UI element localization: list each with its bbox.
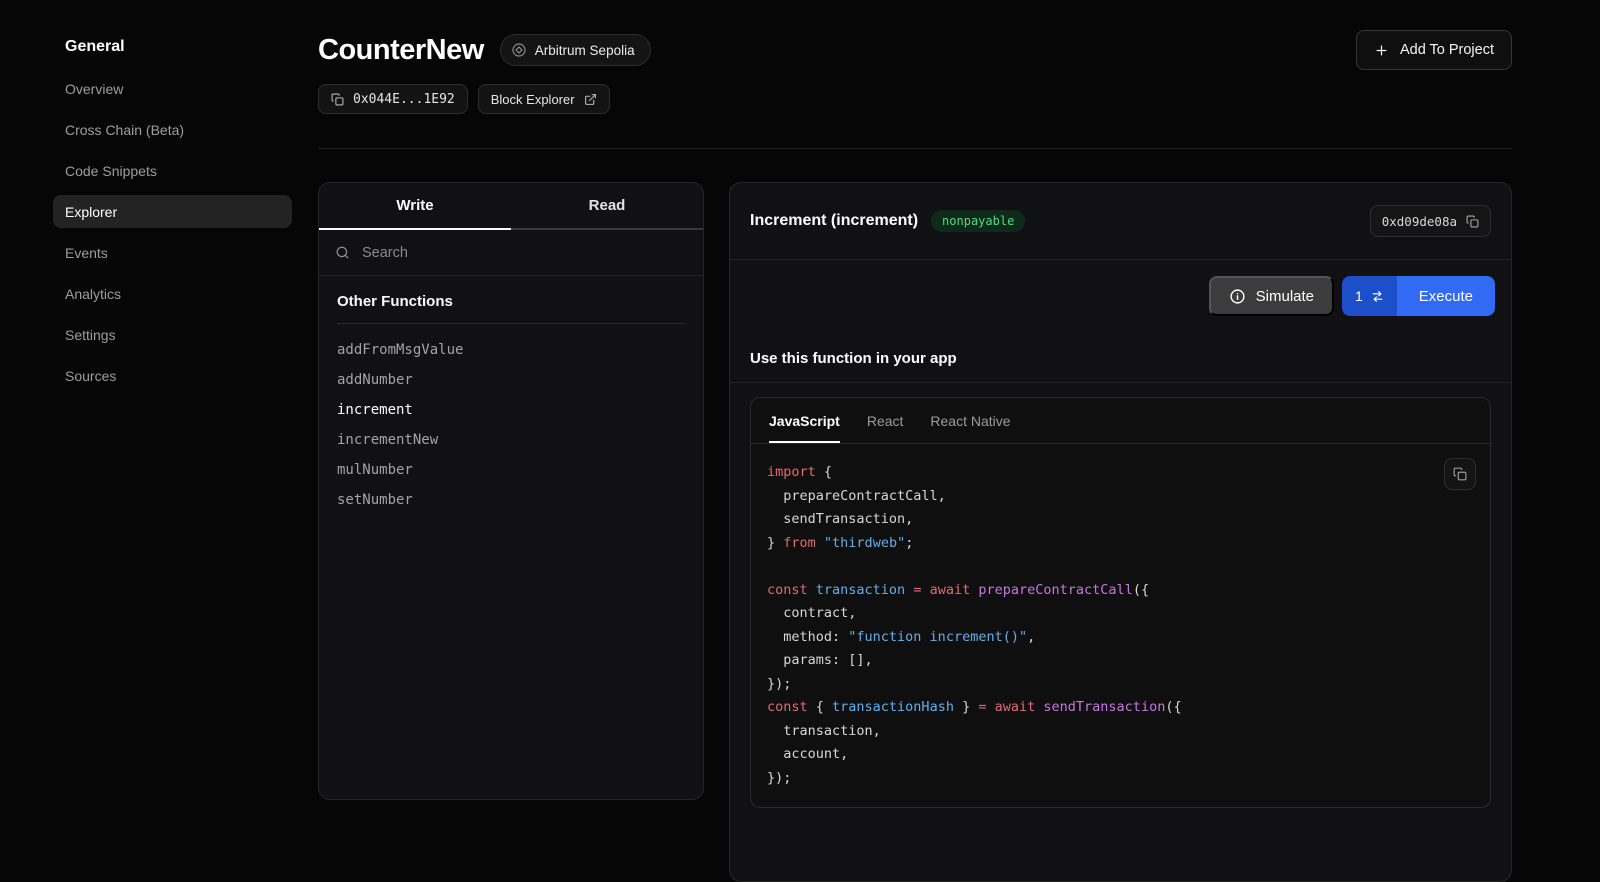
code-card: JavaScript React React Native import { <box>750 397 1491 808</box>
tab-javascript[interactable]: JavaScript <box>769 398 840 443</box>
usage-heading: Use this function in your app <box>730 332 1511 367</box>
simulate-button[interactable]: Simulate <box>1209 276 1334 316</box>
read-write-tabs: Write Read <box>319 183 703 230</box>
search-icon <box>335 245 350 260</box>
search-input[interactable] <box>360 244 687 262</box>
copy-code-button[interactable] <box>1444 458 1476 490</box>
tab-write[interactable]: Write <box>319 183 511 230</box>
add-to-project-label: Add To Project <box>1400 42 1494 58</box>
contract-address-label: 0x044E...1E92 <box>353 92 455 107</box>
copy-icon <box>1466 215 1479 228</box>
simulate-label: Simulate <box>1256 288 1314 305</box>
sidebar-item-code-snippets[interactable]: Code Snippets <box>53 154 292 187</box>
function-item-addFromMsgValue[interactable]: addFromMsgValue <box>337 335 685 365</box>
explorer-content: Write Read Other Functions addFromMsgVal… <box>318 182 1512 882</box>
usage-divider <box>730 382 1511 383</box>
function-item-setNumber[interactable]: setNumber <box>337 485 685 515</box>
main-content: CounterNew Arbitrum Sepolia Add To Proje… <box>316 0 1600 819</box>
block-explorer-button[interactable]: Block Explorer <box>478 84 610 114</box>
code-area: import { prepareContractCall, sendTransa… <box>751 444 1490 807</box>
plus-icon <box>1374 43 1389 58</box>
tab-react[interactable]: React <box>867 398 904 443</box>
sidebar-item-overview[interactable]: Overview <box>53 72 292 105</box>
functions-panel: Write Read Other Functions addFromMsgVal… <box>318 182 704 800</box>
copy-icon <box>331 93 344 106</box>
sidebar: General Overview Cross Chain (Beta) Code… <box>0 0 316 819</box>
sidebar-item-analytics[interactable]: Analytics <box>53 277 292 310</box>
function-title: Increment (increment) <box>750 212 918 230</box>
execute-count-button[interactable]: 1 <box>1342 276 1397 316</box>
network-badge-label: Arbitrum Sepolia <box>535 43 635 58</box>
sidebar-item-cross-chain[interactable]: Cross Chain (Beta) <box>53 113 292 146</box>
network-icon <box>511 42 527 58</box>
function-item-increment[interactable]: increment <box>337 395 685 425</box>
contract-meta-row: 0x044E...1E92 Block Explorer <box>318 84 1512 114</box>
sidebar-item-events[interactable]: Events <box>53 236 292 269</box>
function-item-incrementNew[interactable]: incrementNew <box>337 425 685 455</box>
page-title: CounterNew <box>318 34 484 67</box>
tab-react-native[interactable]: React Native <box>930 398 1010 443</box>
function-selector-label: 0xd09de08a <box>1382 214 1457 229</box>
function-selector-button[interactable]: 0xd09de08a <box>1370 205 1491 237</box>
add-to-project-button[interactable]: Add To Project <box>1356 30 1512 70</box>
execute-button[interactable]: Execute <box>1397 276 1495 316</box>
swap-icon <box>1371 290 1384 303</box>
external-link-icon <box>584 93 597 106</box>
function-detail-header: Increment (increment) nonpayable 0xd09de… <box>730 183 1511 259</box>
mutability-badge: nonpayable <box>931 210 1025 232</box>
other-functions-title: Other Functions <box>337 293 685 324</box>
function-item-mulNumber[interactable]: mulNumber <box>337 455 685 485</box>
info-icon <box>1229 288 1246 305</box>
code-block: import { prepareContractCall, sendTransa… <box>767 461 1474 790</box>
header-divider <box>318 148 1512 149</box>
action-toolbar: Simulate 1 Execute <box>730 260 1511 332</box>
sidebar-item-explorer[interactable]: Explorer <box>53 195 292 228</box>
page-header: CounterNew Arbitrum Sepolia Add To Proje… <box>318 30 1512 70</box>
sidebar-item-sources[interactable]: Sources <box>53 359 292 392</box>
execute-split-button: 1 Execute <box>1342 276 1495 316</box>
execute-count: 1 <box>1355 288 1363 304</box>
code-language-tabs: JavaScript React React Native <box>751 398 1490 444</box>
function-search-row <box>319 230 703 276</box>
block-explorer-label: Block Explorer <box>491 92 575 107</box>
function-item-addNumber[interactable]: addNumber <box>337 365 685 395</box>
network-badge[interactable]: Arbitrum Sepolia <box>500 34 651 66</box>
sidebar-item-settings[interactable]: Settings <box>53 318 292 351</box>
tab-read[interactable]: Read <box>511 183 703 230</box>
other-functions-section: Other Functions addFromMsgValue addNumbe… <box>319 276 703 532</box>
sidebar-heading: General <box>53 30 292 64</box>
contract-address-button[interactable]: 0x044E...1E92 <box>318 84 468 114</box>
copy-icon <box>1453 467 1467 481</box>
execute-label: Execute <box>1419 288 1473 305</box>
function-detail-panel: Increment (increment) nonpayable 0xd09de… <box>729 182 1512 882</box>
